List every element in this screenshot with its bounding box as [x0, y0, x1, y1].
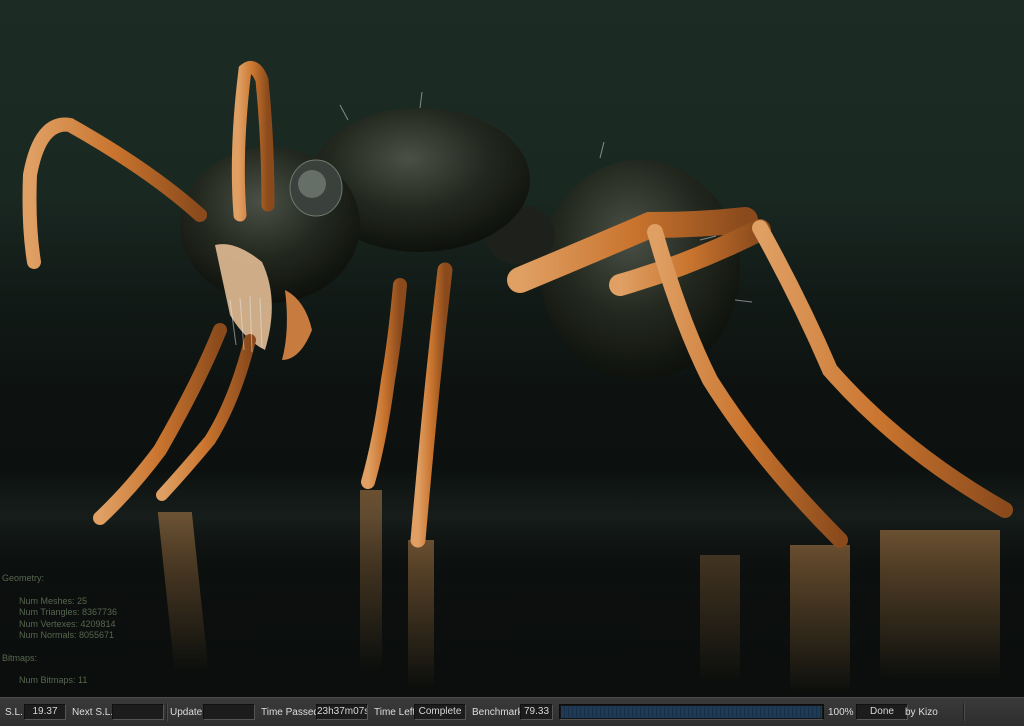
benchmark-value: 79.33 [520, 704, 553, 720]
num-triangles: Num Triangles: 8367736 [19, 607, 118, 617]
time-passed-value: 23h37m07s [316, 704, 368, 720]
credit-label: by Kizo [905, 707, 938, 718]
update-value [203, 704, 255, 720]
sl-label: S.L. [5, 707, 23, 718]
render-viewport: Geometry: Num Meshes: 25 Num Triangles: … [0, 0, 1024, 697]
render-progress-bar [559, 704, 824, 720]
progress-percent: 100% [828, 707, 854, 718]
render-status-bar: S.L. 19.37 Next S.L. Update Time Passed … [0, 697, 1024, 726]
time-left-value: Complete [414, 704, 466, 720]
time-left-label: Time Left [374, 707, 416, 718]
geometry-heading: Geometry: [2, 573, 45, 583]
update-label: Update [170, 707, 203, 718]
num-bitmaps: Num Bitmaps: 11 [19, 675, 88, 685]
num-meshes: Num Meshes: 25 [19, 595, 88, 606]
render-state: Done [856, 704, 908, 720]
render-progress-fill [561, 706, 822, 718]
next-sl-label: Next S.L. [72, 707, 114, 718]
render-stats-overlay: Geometry: Num Meshes: 25 Num Triangles: … [2, 573, 202, 687]
next-sl-value [112, 704, 164, 720]
sl-value: 19.37 [24, 704, 66, 720]
separator [166, 703, 168, 721]
bitmaps-heading: Bitmaps: [2, 652, 38, 663]
num-normals: Num Normals: 8055671 [19, 630, 115, 640]
separator [963, 703, 965, 721]
benchmark-label: Benchmark [472, 707, 523, 718]
num-vertexes: Num Vertexes: 4209814 [19, 618, 116, 629]
time-passed-label: Time Passed [261, 707, 319, 718]
